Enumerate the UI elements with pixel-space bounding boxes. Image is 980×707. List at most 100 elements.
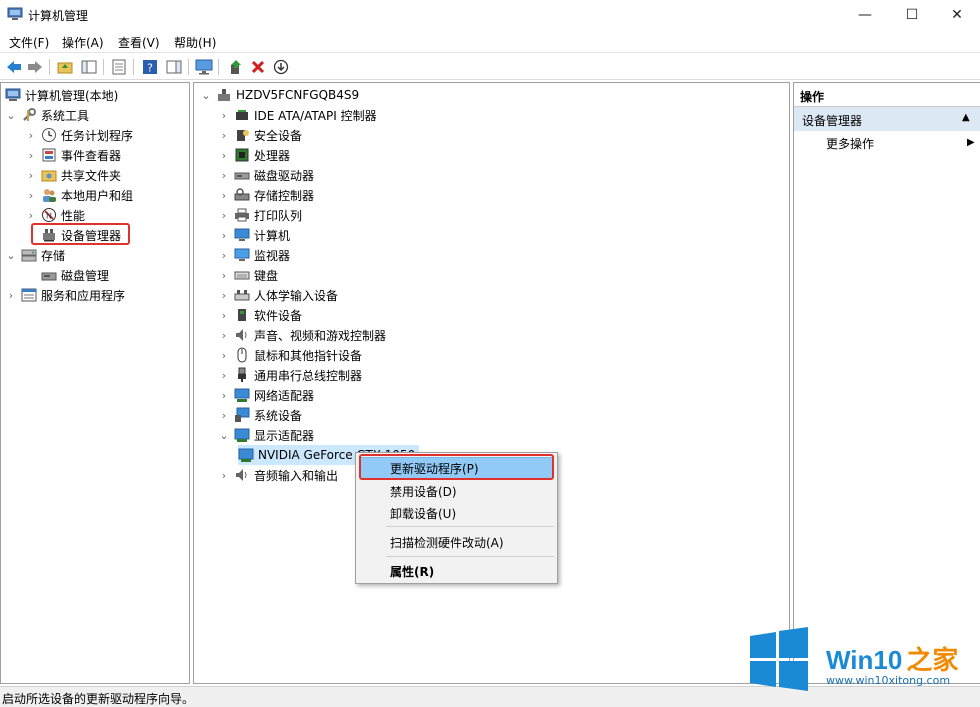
device-category-display[interactable]: ⌄ 显示适配器 [218, 425, 314, 445]
actions-pane: 操作 设备管理器 ▲ 更多操作 ▶ [793, 82, 980, 684]
collapse-up-icon[interactable]: ▲ [962, 112, 970, 123]
menu-view[interactable]: 查看(V) [118, 34, 160, 51]
chevron-right-icon[interactable]: › [218, 189, 230, 202]
menu-action[interactable]: 操作(A) [62, 34, 104, 51]
menu-item-scan[interactable]: 扫描检测硬件改动(A) [390, 534, 504, 551]
menu-help[interactable]: 帮助(H) [174, 34, 216, 51]
device-category-mouse[interactable]: › 鼠标和其他指针设备 [218, 345, 362, 365]
speaker-icon [234, 467, 250, 483]
more-actions-item[interactable]: 更多操作 [826, 135, 874, 152]
device-category-storage-controller[interactable]: › 存储控制器 [218, 185, 314, 205]
tree-item-storage[interactable]: ⌄ 存储 [5, 245, 65, 265]
display-icon [234, 247, 250, 263]
maximize-button[interactable]: ☐ [889, 0, 935, 30]
category-label: 鼠标和其他指针设备 [254, 348, 363, 363]
actions-section-device-manager[interactable]: 设备管理器 ▲ [794, 107, 980, 131]
tree-item-shared-folders[interactable]: › 共享文件夹 [25, 165, 121, 185]
tree-item-system-tools[interactable]: ⌄ 系统工具 [5, 105, 89, 125]
update-driver-icon[interactable] [226, 57, 246, 77]
tree-item-task-scheduler[interactable]: › 任务计划程序 [25, 125, 133, 145]
chevron-right-icon[interactable]: › [218, 109, 230, 122]
chevron-right-icon[interactable]: › [218, 309, 230, 322]
chevron-right-icon[interactable]: ▶ [967, 137, 975, 148]
users-icon [41, 187, 57, 203]
status-text: 启动所选设备的更新驱动程序向导。 [2, 692, 195, 706]
close-button[interactable]: ✕ [934, 0, 980, 30]
menu-item-disable[interactable]: 禁用设备(D) [390, 483, 457, 500]
help-icon[interactable]: ? [140, 57, 160, 77]
speaker-icon [234, 327, 250, 343]
storage-icon [21, 247, 37, 263]
tree-item-event-viewer[interactable]: › 事件查看器 [25, 145, 121, 165]
tree-item-computer-root[interactable]: ⌄ HZDV5FCNFGQB4S9 [200, 85, 359, 105]
chevron-right-icon[interactable]: › [218, 169, 230, 182]
chevron-right-icon[interactable]: › [218, 469, 230, 482]
tree-item-disk-management[interactable]: 磁盘管理 [41, 265, 109, 285]
back-icon[interactable] [4, 57, 24, 77]
tree-item-local-users[interactable]: › 本地用户和组 [25, 185, 133, 205]
uninstall-icon[interactable] [248, 57, 268, 77]
tools-icon [21, 107, 37, 123]
device-category-processor[interactable]: › 处理器 [218, 145, 290, 165]
device-category-software[interactable]: › 软件设备 [218, 305, 302, 325]
chevron-right-icon[interactable]: › [25, 189, 37, 202]
device-category-hid[interactable]: › 人体学输入设备 [218, 285, 338, 305]
tree-item-root[interactable]: 计算机管理(本地) [5, 85, 118, 105]
disk-drive-icon [234, 167, 250, 183]
chevron-right-icon[interactable]: › [218, 129, 230, 142]
chevron-right-icon[interactable]: › [218, 149, 230, 162]
chevron-down-icon[interactable]: ⌄ [200, 89, 212, 102]
up-folder-icon[interactable] [55, 57, 75, 77]
tree-item-performance[interactable]: › N 性能 [25, 205, 85, 225]
chevron-right-icon[interactable]: › [25, 209, 37, 222]
chevron-down-icon[interactable]: ⌄ [218, 429, 230, 442]
menu-item-uninstall[interactable]: 卸载设备(U) [390, 505, 456, 522]
category-label: 人体学输入设备 [254, 288, 339, 303]
tree-item-services[interactable]: › 服务和应用程序 [5, 285, 125, 305]
category-label: 通用串行总线控制器 [254, 368, 363, 383]
chevron-down-icon[interactable]: ⌄ [5, 249, 17, 262]
device-category-disk[interactable]: › 磁盘驱动器 [218, 165, 314, 185]
chevron-right-icon[interactable]: › [5, 289, 17, 302]
device-category-computer[interactable]: › 计算机 [218, 225, 290, 245]
disable-icon[interactable] [271, 57, 291, 77]
show-tree-icon[interactable] [79, 57, 99, 77]
chevron-down-icon[interactable]: ⌄ [5, 109, 17, 122]
chevron-right-icon[interactable]: › [218, 289, 230, 302]
chevron-right-icon[interactable]: › [25, 129, 37, 142]
chevron-right-icon[interactable]: › [218, 349, 230, 362]
chevron-right-icon[interactable]: › [25, 149, 37, 162]
chevron-right-icon[interactable]: › [218, 209, 230, 222]
minimize-button[interactable]: — [842, 0, 888, 30]
device-category-monitor[interactable]: › 监视器 [218, 245, 290, 265]
chevron-right-icon[interactable]: › [25, 169, 37, 182]
menu-separator [386, 526, 554, 527]
chevron-right-icon[interactable]: › [218, 229, 230, 242]
device-category-keyboard[interactable]: › 键盘 [218, 265, 278, 285]
chevron-right-icon[interactable]: › [218, 269, 230, 282]
device-category-system[interactable]: › 系统设备 [218, 405, 302, 425]
action-pane-icon[interactable] [164, 57, 184, 77]
device-category-network[interactable]: › 网络适配器 [218, 385, 314, 405]
chevron-right-icon[interactable]: › [218, 249, 230, 262]
chevron-right-icon[interactable]: › [218, 369, 230, 382]
device-category-sound[interactable]: › 声音、视频和游戏控制器 [218, 325, 386, 345]
menu-file[interactable]: 文件(F) [9, 34, 49, 51]
device-category-security[interactable]: › 安全设备 [218, 125, 302, 145]
device-category-usb[interactable]: › 通用串行总线控制器 [218, 365, 362, 385]
chevron-right-icon[interactable]: › [218, 409, 230, 422]
category-label: 计算机 [254, 228, 291, 243]
device-category-ide[interactable]: › IDE ATA/ATAPI 控制器 [218, 105, 377, 125]
category-label: 存储控制器 [254, 188, 315, 203]
device-category-print-queue[interactable]: › 打印队列 [218, 205, 302, 225]
chevron-right-icon[interactable]: › [218, 389, 230, 402]
storage-controller-icon [234, 187, 250, 203]
forward-icon[interactable] [25, 57, 45, 77]
chevron-right-icon[interactable]: › [218, 329, 230, 342]
software-device-icon [234, 307, 250, 323]
menu-item-properties[interactable]: 属性(R) [390, 563, 434, 580]
properties-icon[interactable] [109, 57, 129, 77]
highlight-box-update-driver [359, 454, 554, 480]
monitor-icon[interactable] [194, 57, 214, 77]
device-category-audio-io[interactable]: › 音频输入和输出 [218, 465, 338, 485]
